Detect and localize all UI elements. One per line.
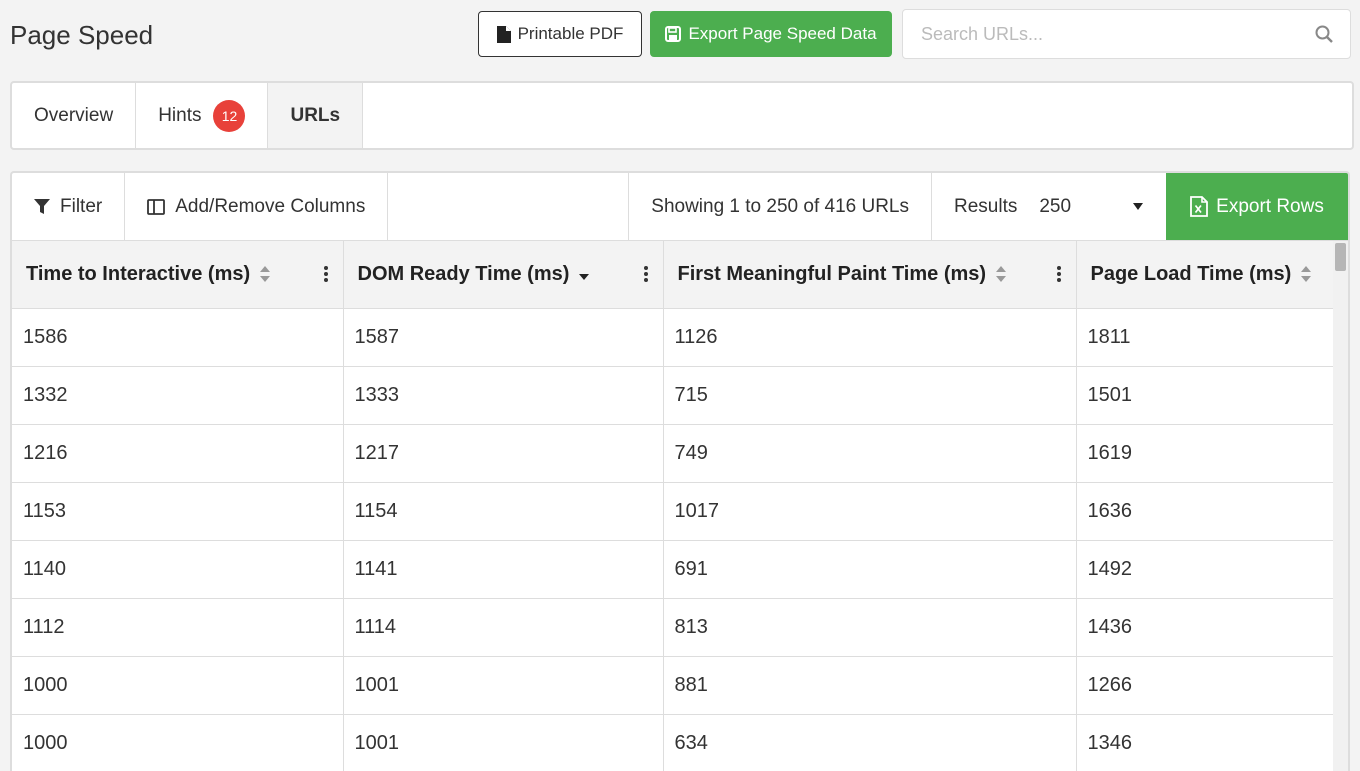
pagination-summary: Showing 1 to 250 of 416 URLs <box>629 173 932 240</box>
results-value: 250 <box>1039 195 1072 217</box>
table-cell: 1586 <box>12 308 344 367</box>
table-row[interactable]: 1332 1333 715 1501 <box>12 366 1336 425</box>
table-cell: 1436 <box>1076 598 1336 657</box>
add-remove-columns-label: Add/Remove Columns <box>175 195 366 217</box>
table-cell: 1112 <box>12 598 344 657</box>
column-header-time-to-interactive[interactable]: Time to Interactive (ms) <box>12 241 344 309</box>
export-rows-label: Export Rows <box>1216 195 1324 217</box>
table-cell: 1332 <box>12 366 344 425</box>
urls-panel: Filter Add/Remove Columns Showing 1 to 2… <box>10 171 1350 771</box>
table-cell: 1141 <box>343 540 664 599</box>
column-header-page-load-time[interactable]: Page Load Time (ms) <box>1076 241 1336 309</box>
results-per-page-select[interactable]: 250 <box>1039 196 1144 218</box>
results-label: Results <box>954 195 1018 217</box>
table-cell: 1587 <box>343 308 664 367</box>
column-header-label: Page Load Time (ms) <box>1090 262 1292 285</box>
table-cell: 1811 <box>1076 308 1336 367</box>
table-cell: 1346 <box>1076 714 1336 771</box>
table-cell: 1619 <box>1076 424 1336 483</box>
printable-pdf-label: Printable PDF <box>517 24 624 43</box>
excel-file-icon <box>1190 196 1209 217</box>
table-cell: 1636 <box>1076 482 1336 541</box>
table-cell: 1216 <box>12 424 344 483</box>
table-cell: 881 <box>663 656 1077 715</box>
table-cell: 1001 <box>343 656 664 715</box>
table-cell: 634 <box>663 714 1077 771</box>
tab-hints-label: Hints <box>158 104 202 126</box>
results-per-page: Results 250 <box>932 173 1166 240</box>
table-row[interactable]: 1586 1587 1126 1811 <box>12 308 1336 367</box>
table-cell: 1000 <box>12 656 344 715</box>
sort-icon[interactable] <box>1300 265 1312 283</box>
toolbar-spacer <box>388 173 630 240</box>
export-page-speed-button[interactable]: Export Page Speed Data <box>650 11 892 57</box>
table-cell: 1492 <box>1076 540 1336 599</box>
add-remove-columns-button[interactable]: Add/Remove Columns <box>125 173 389 240</box>
filter-icon <box>34 198 50 214</box>
page-title: Page Speed <box>10 20 154 50</box>
table-row[interactable]: 1000 1001 881 1266 <box>12 656 1336 715</box>
column-header-label: First Meaningful Paint Time (ms) <box>677 262 987 285</box>
tab-urls[interactable]: URLs <box>268 83 364 148</box>
printable-pdf-button[interactable]: Printable PDF <box>478 11 642 57</box>
sort-icon[interactable] <box>995 265 1007 283</box>
table-cell: 715 <box>663 366 1077 425</box>
table-row[interactable]: 1000 1001 634 1346 <box>12 714 1336 771</box>
column-header-label: DOM Ready Time (ms) <box>357 262 570 285</box>
vertical-scrollbar[interactable] <box>1333 241 1348 771</box>
table-container: Time to Interactive (ms) DOM Ready Time … <box>12 241 1348 771</box>
filter-button[interactable]: Filter <box>12 173 126 240</box>
table-cell: 691 <box>663 540 1077 599</box>
table-cell: 1001 <box>343 714 664 771</box>
column-header-label: Time to Interactive (ms) <box>26 262 251 285</box>
table-toolbar: Filter Add/Remove Columns Showing 1 to 2… <box>12 173 1348 241</box>
column-header-first-meaningful-paint[interactable]: First Meaningful Paint Time (ms) <box>663 241 1077 309</box>
table-cell: 1017 <box>663 482 1077 541</box>
hints-count-badge: 12 <box>213 99 246 132</box>
file-icon <box>496 25 511 43</box>
filter-label: Filter <box>60 195 103 217</box>
table-cell: 1154 <box>343 482 664 541</box>
export-rows-button[interactable]: Export Rows <box>1166 173 1348 240</box>
search-input[interactable] <box>903 10 1312 58</box>
table-row[interactable]: 1140 1141 691 1492 <box>12 540 1336 599</box>
sort-icon[interactable] <box>259 265 271 283</box>
tab-urls-label: URLs <box>290 104 341 126</box>
sort-descending-icon[interactable] <box>578 265 590 283</box>
scrollbar-thumb[interactable] <box>1335 243 1346 271</box>
table-cell: 1140 <box>12 540 344 599</box>
table-cell: 1217 <box>343 424 664 483</box>
table-cell: 749 <box>663 424 1077 483</box>
table-cell: 1000 <box>12 714 344 771</box>
column-header-dom-ready-time[interactable]: DOM Ready Time (ms) <box>343 241 664 309</box>
tab-bar: Overview Hints 12 URLs <box>10 81 1354 150</box>
tab-overview[interactable]: Overview <box>12 83 137 148</box>
columns-icon <box>147 198 166 215</box>
tab-hints[interactable]: Hints 12 <box>136 83 269 148</box>
table-cell: 1153 <box>12 482 344 541</box>
table-row[interactable]: 1153 1154 1017 1636 <box>12 482 1336 541</box>
table-cell: 1114 <box>343 598 664 657</box>
table-cell: 1266 <box>1076 656 1336 715</box>
tab-overview-label: Overview <box>34 104 114 126</box>
table-header-row: Time to Interactive (ms) DOM Ready Time … <box>12 241 1336 309</box>
save-icon <box>665 26 682 42</box>
table-row[interactable]: 1216 1217 749 1619 <box>12 424 1336 483</box>
table-row[interactable]: 1112 1114 813 1436 <box>12 598 1336 657</box>
column-menu-icon[interactable] <box>1056 265 1062 283</box>
table-cell: 1333 <box>343 366 664 425</box>
search-box <box>902 9 1351 59</box>
column-menu-icon[interactable] <box>323 265 329 283</box>
table-cell: 1501 <box>1076 366 1336 425</box>
export-page-speed-label: Export Page Speed Data <box>688 24 877 43</box>
caret-down-icon <box>1133 202 1143 210</box>
column-menu-icon[interactable] <box>643 265 649 283</box>
table-cell: 1126 <box>663 308 1077 367</box>
table-cell: 813 <box>663 598 1077 657</box>
urls-table: Time to Interactive (ms) DOM Ready Time … <box>12 241 1336 771</box>
search-icon[interactable] <box>1312 22 1336 46</box>
